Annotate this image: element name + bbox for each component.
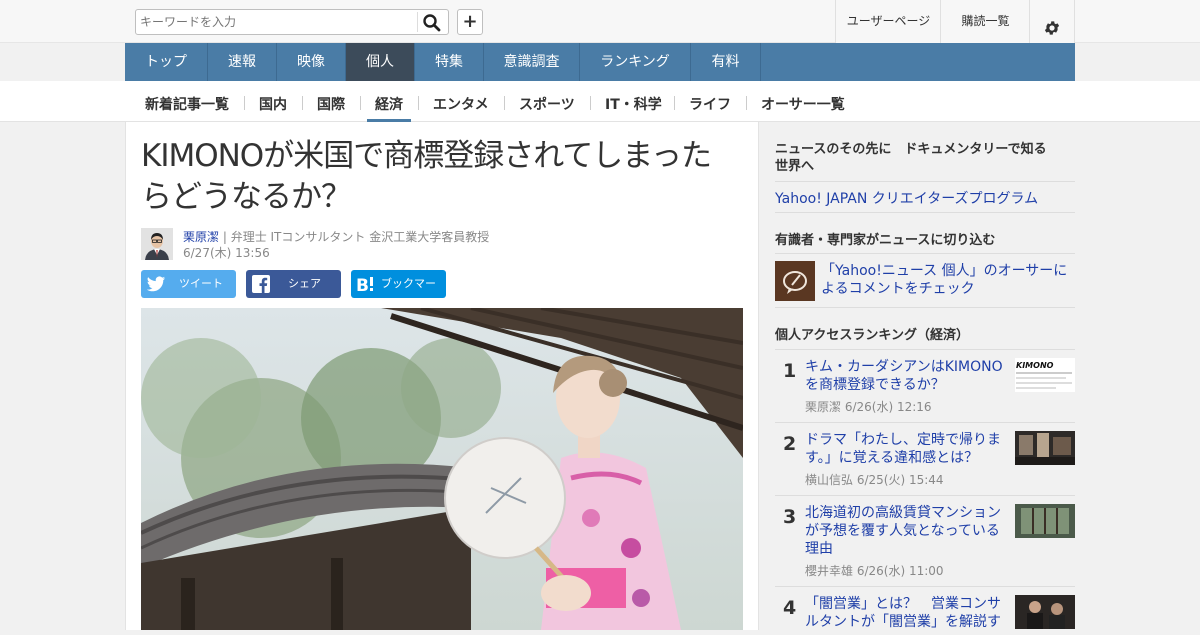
ranking-item[interactable]: 3 北海道初の高級賃貸マンションが予想を覆す人気となっている理由 櫻井幸雄 6/… (775, 504, 1075, 580)
ranking-meta: 横山信弘 6/25(火) 15:44 (805, 473, 944, 487)
search-input[interactable] (140, 13, 416, 31)
subnav-divider (746, 96, 747, 110)
ranking-heading: 個人アクセスランキング（経済） (775, 328, 969, 343)
expert-comment-link[interactable]: 「Yahoo!ニュース 個人」のオーサーによるコメントをチェック (821, 262, 1079, 298)
promo-heading-line-1: ニュースのその先に ドキュメンタリーで知る (775, 142, 1047, 157)
nav-top[interactable]: トップ (125, 43, 208, 81)
ranking-meta: 櫻井幸雄 6/26(水) 11:00 (805, 564, 944, 578)
hatena-bookmark-icon: B (356, 274, 376, 296)
facebook-icon (251, 274, 271, 294)
promo-heading: ニュースのその先に ドキュメンタリーで知る 世界へ (775, 141, 1075, 175)
hatena-bookmark-button[interactable]: B ブックマーク (351, 270, 446, 318)
rank-number: 4 (783, 597, 797, 619)
subnav-domestic[interactable]: 国内 (259, 94, 287, 122)
creators-program-link[interactable]: Yahoo! JAPAN クリエイターズプログラム (775, 188, 1038, 208)
divider (775, 349, 1075, 350)
ranking-thumbnail[interactable]: KIMONO (1015, 358, 1075, 392)
author-avatar[interactable] (141, 228, 173, 260)
rank-number: 2 (783, 433, 797, 455)
add-button[interactable]: + (457, 9, 483, 35)
subnav-life[interactable]: ライフ (689, 94, 731, 122)
ranking-title-link[interactable]: ドラマ「わたし、定時で帰ります。」に覚える違和感とは？ (805, 431, 1005, 467)
subnav-divider (674, 96, 675, 110)
subnav-sports[interactable]: スポーツ (519, 94, 575, 122)
promo-heading-line-2: 世界へ (775, 159, 815, 174)
article-photo (141, 308, 743, 630)
experts-heading: 有識者・専門家がニュースに切り込む (775, 233, 996, 248)
search-divider (417, 12, 418, 32)
divider (775, 212, 1075, 213)
divider (775, 422, 1075, 423)
settings-button[interactable] (1029, 0, 1075, 43)
subnav-divider (302, 96, 303, 110)
subnav-divider (504, 96, 505, 110)
article-title-line-2: らどうなるか？ (141, 179, 352, 215)
divider (775, 253, 1075, 254)
ranking-thumbnail[interactable] (1015, 504, 1075, 538)
nav-breaking[interactable]: 速報 (208, 43, 277, 81)
ranking-thumbnail[interactable] (1015, 595, 1075, 629)
twitter-icon (146, 274, 166, 294)
divider (775, 181, 1075, 182)
nav-video[interactable]: 映像 (277, 43, 346, 81)
rank-number: 1 (783, 360, 797, 382)
subscribe-list-link[interactable]: 購読一覧 (940, 0, 1030, 43)
publish-date: 6/27(木) 13:56 (183, 246, 270, 260)
divider (775, 307, 1075, 308)
article: KIMONOが米国で商標登録されてしまった らどうなるか？ 栗原潔 | 弁理士 … (125, 122, 759, 630)
divider (775, 495, 1075, 496)
facebook-share-button[interactable]: シェア (246, 270, 341, 298)
top-bar: + ユーザーページ 購読一覧 (0, 0, 1200, 43)
ranking-item[interactable]: 4 「闇営業」とは？ 営業コンサルタントが「闇営業」を解説す (775, 595, 1075, 635)
author-name-link[interactable]: 栗原潔 (183, 230, 219, 244)
nav-features[interactable]: 特集 (415, 43, 484, 81)
tweet-label: ツイート (179, 277, 223, 290)
subnav-divider (360, 96, 361, 110)
ranking-item[interactable]: 1 キム・カーダシアンはKIMONOを商標登録できるか？ 栗原潔 6/26(水)… (775, 358, 1075, 416)
subnav-entertainment[interactable]: エンタメ (433, 94, 489, 122)
nav-individual[interactable]: 個人 (346, 43, 415, 81)
rank-number: 3 (783, 506, 797, 528)
user-page-link[interactable]: ユーザーページ (835, 0, 941, 43)
tweet-button[interactable]: ツイート (141, 270, 236, 298)
article-title-line-1: KIMONOが米国で商標登録されてしまった (141, 138, 712, 174)
nav-paid[interactable]: 有料 (691, 43, 761, 81)
author-profile: | 弁理士 ITコンサルタント 金沢工業大学客員教授 (222, 230, 490, 244)
subnav-divider (418, 96, 419, 110)
ranking-meta: 栗原潔 6/26(水) 12:16 (805, 400, 932, 414)
article-title: KIMONOが米国で商標登録されてしまった らどうなるか？ (141, 136, 731, 218)
subnav-it-science[interactable]: IT・科学 (605, 94, 662, 122)
subnav-economy[interactable]: 経済 (367, 94, 411, 122)
author-line: 栗原潔 | 弁理士 ITコンサルタント 金沢工業大学客員教授 (183, 228, 489, 245)
subnav-authors[interactable]: オーサー一覧 (761, 94, 845, 122)
svg-text:B: B (356, 276, 369, 294)
ranking-title-link[interactable]: 北海道初の高級賃貸マンションが予想を覆す人気となっている理由 (805, 504, 1005, 558)
subnav-latest[interactable]: 新着記事一覧 (145, 94, 229, 122)
ranking-title-link[interactable]: 「闇営業」とは？ 営業コンサルタントが「闇営業」を解説す (805, 595, 1005, 631)
main-nav: トップ 速報 映像 個人 特集 意識調査 ランキング 有料 (125, 43, 1075, 81)
ranking-item[interactable]: 2 ドラマ「わたし、定時で帰ります。」に覚える違和感とは？ 横山信弘 6/25(… (775, 431, 1075, 489)
facebook-share-label: シェア (288, 277, 321, 290)
ranking-thumbnail[interactable] (1015, 431, 1075, 465)
subnav-divider (590, 96, 591, 110)
ranking-title-link[interactable]: キム・カーダシアンはKIMONOを商標登録できるか？ (805, 358, 1005, 394)
nav-survey[interactable]: 意識調査 (484, 43, 580, 81)
subnav-divider (244, 96, 245, 110)
subnav-international[interactable]: 国際 (317, 94, 345, 122)
search-box (135, 9, 449, 35)
search-icon[interactable] (422, 13, 442, 33)
sub-nav: 新着記事一覧 国内 国際 経済 エンタメ スポーツ IT・科学 ライフ オーサー… (0, 81, 1200, 122)
svg-text:KIMONO: KIMONO (1016, 361, 1054, 370)
expert-comment-icon[interactable] (775, 261, 815, 301)
nav-ranking[interactable]: ランキング (580, 43, 691, 81)
divider (775, 586, 1075, 587)
sidebar: ニュースのその先に ドキュメンタリーで知る 世界へ Yahoo! JAPAN ク… (759, 122, 1200, 630)
